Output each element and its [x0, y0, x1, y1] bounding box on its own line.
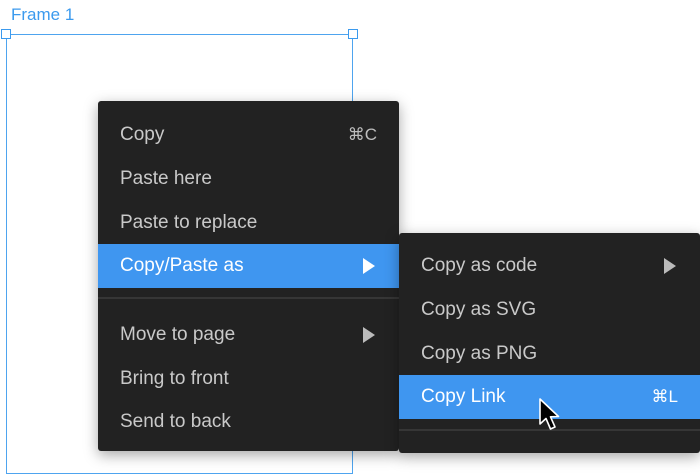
- menu-item-label: Copy/Paste as: [120, 255, 244, 276]
- menu-item-paste-to-replace[interactable]: Paste to replace: [98, 201, 399, 245]
- shortcut-label: ⌘C: [347, 125, 377, 144]
- menu-item-label: Copy as SVG: [421, 299, 537, 320]
- menu-item-send-to-back[interactable]: Send to back: [98, 400, 399, 444]
- resize-handle-top-right[interactable]: [348, 29, 358, 39]
- chevron-right-icon: [363, 258, 375, 274]
- menu-item-label: Copy as PNG: [421, 343, 538, 364]
- menu-divider: [98, 297, 399, 299]
- menu-item-paste-here[interactable]: Paste here: [98, 157, 399, 201]
- menu-item-move-to-page[interactable]: Move to page: [98, 313, 399, 357]
- chevron-right-icon: [664, 258, 676, 274]
- resize-handle-top-left[interactable]: [1, 29, 11, 39]
- mouse-pointer-icon: [539, 398, 560, 430]
- submenu-item-copy-as-code[interactable]: Copy as code: [399, 244, 700, 288]
- menu-item-label: Bring to front: [120, 368, 229, 389]
- menu-item-label: Move to page: [120, 324, 236, 345]
- menu-item-label: Copy as code: [421, 255, 538, 276]
- shortcut-label: ⌘L: [651, 387, 678, 406]
- menu-item-bring-to-front[interactable]: Bring to front: [98, 357, 399, 401]
- menu-item-label: Paste here: [120, 168, 212, 189]
- menu-item-label: Copy: [120, 124, 165, 145]
- submenu-item-copy-as-png[interactable]: Copy as PNG: [399, 332, 700, 376]
- menu-item-copy[interactable]: Copy ⌘C: [98, 113, 399, 157]
- menu-item-label: Copy Link: [421, 386, 506, 407]
- menu-item-copy-paste-as[interactable]: Copy/Paste as: [98, 244, 399, 288]
- context-menu: Copy ⌘C Paste here Paste to replace Copy…: [98, 101, 399, 451]
- frame-label[interactable]: Frame 1: [11, 5, 74, 25]
- menu-item-label: Paste to replace: [120, 212, 258, 233]
- submenu-item-copy-as-svg[interactable]: Copy as SVG: [399, 288, 700, 332]
- menu-item-label: Send to back: [120, 411, 231, 432]
- chevron-right-icon: [363, 327, 375, 343]
